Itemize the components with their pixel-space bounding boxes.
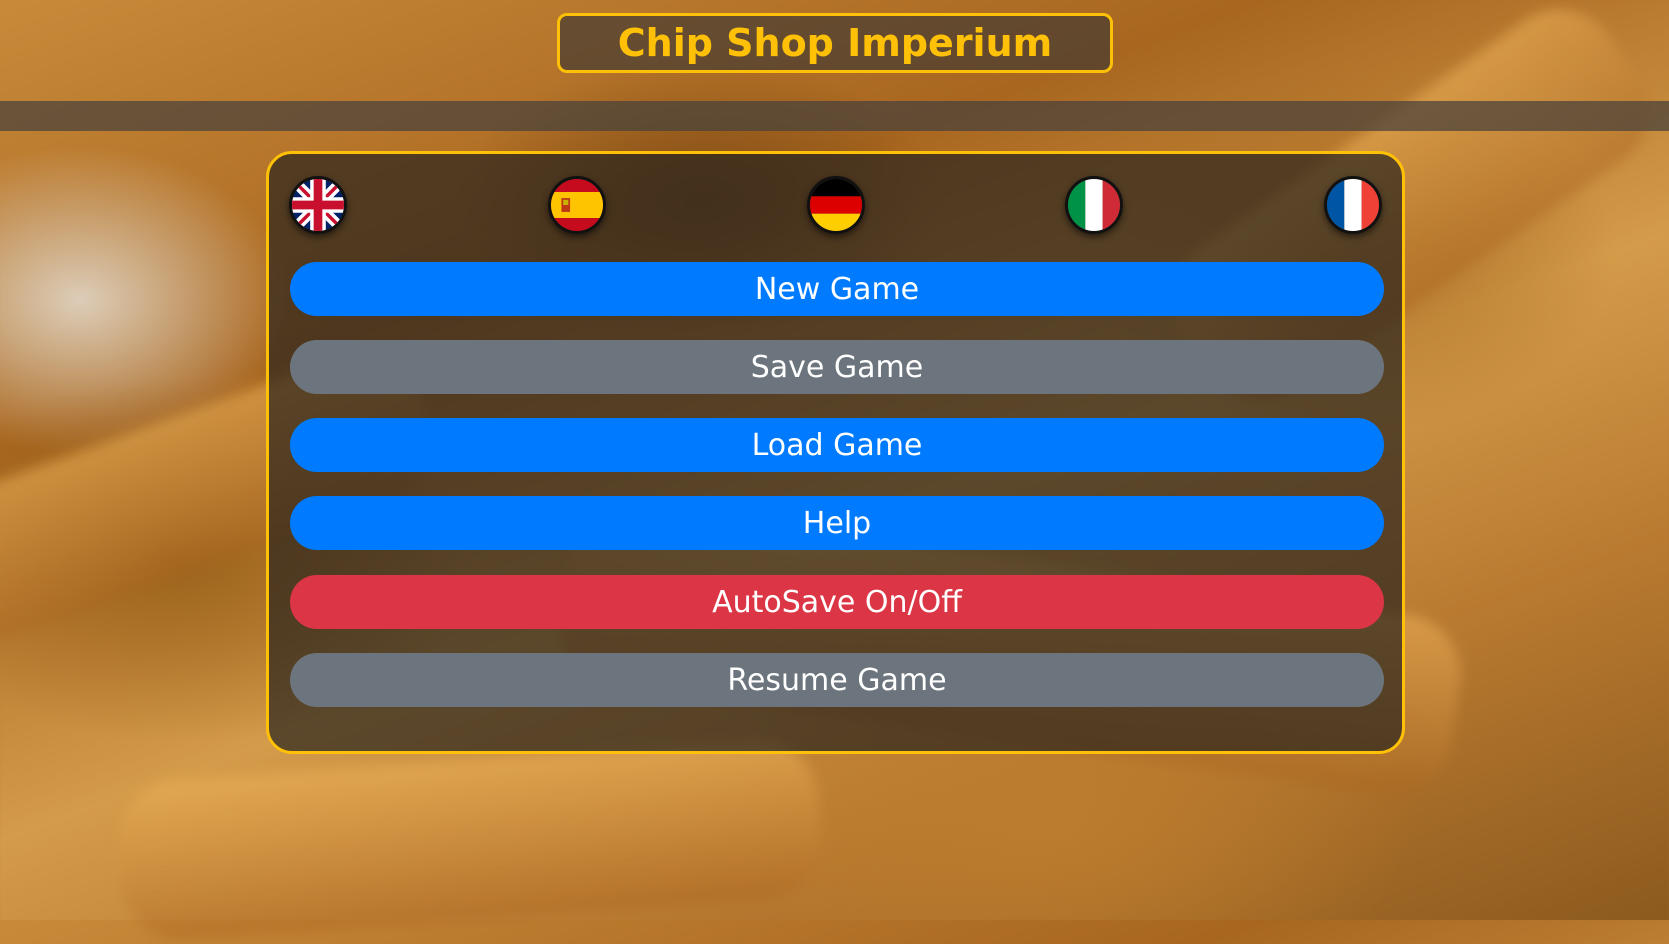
save-game-label: Save Game (750, 349, 924, 385)
load-game-button[interactable]: Load Game (290, 418, 1384, 472)
resume-game-button[interactable]: Resume Game (290, 653, 1384, 707)
uk-flag-graphic (292, 179, 344, 231)
resume-game-label: Resume Game (727, 662, 947, 698)
new-game-button[interactable]: New Game (290, 262, 1384, 316)
game-title-banner: Chip Shop Imperium (557, 13, 1113, 73)
italy-flag-icon[interactable] (1065, 176, 1124, 234)
france-flag-icon[interactable] (1324, 176, 1382, 234)
main-menu-panel: New Game Save Game Load Game Help AutoSa… (266, 151, 1405, 754)
uk-flag-icon[interactable] (289, 176, 347, 234)
help-label: Help (802, 505, 872, 541)
language-selector (289, 174, 1382, 236)
france-flag-graphic (1327, 179, 1379, 231)
background-fries-image (115, 735, 825, 944)
spain-flag-icon[interactable] (547, 176, 606, 234)
italy-flag-graphic (1068, 179, 1121, 231)
germany-flag-icon[interactable] (806, 176, 865, 234)
autosave-toggle-button[interactable]: AutoSave On/Off (290, 575, 1384, 629)
new-game-label: New Game (754, 271, 920, 307)
autosave-label: AutoSave On/Off (712, 584, 962, 620)
load-game-label: Load Game (751, 427, 923, 463)
save-game-button[interactable]: Save Game (290, 340, 1384, 394)
help-button[interactable]: Help (290, 496, 1384, 550)
game-title: Chip Shop Imperium (617, 21, 1053, 65)
spain-flag-graphic (550, 179, 603, 231)
germany-flag-graphic (809, 179, 862, 231)
header-band (0, 101, 1669, 131)
